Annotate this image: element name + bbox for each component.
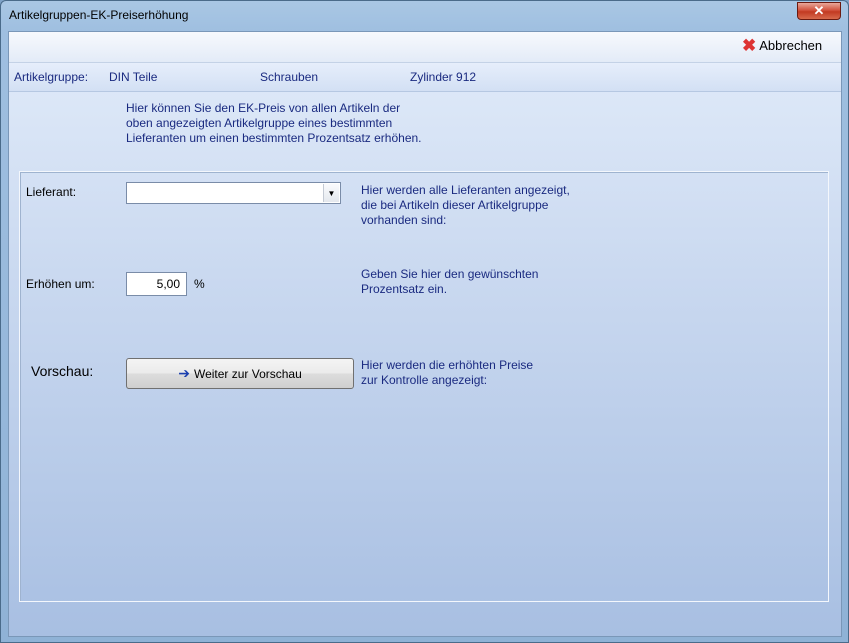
- supplier-label: Lieferant:: [26, 185, 77, 199]
- help-line: die bei Artikeln dieser Artikelgruppe: [361, 198, 549, 212]
- help-line: Hier werden alle Lieferanten angezeigt,: [361, 183, 570, 197]
- dropdown-arrow-icon[interactable]: ▼: [323, 184, 339, 202]
- help-line: Prozentsatz ein.: [361, 282, 448, 296]
- intro-line: oben angezeigten Artikelgruppe eines bes…: [126, 116, 393, 130]
- arrow-right-icon: ➔: [178, 365, 190, 381]
- cancel-button[interactable]: ✖ Abbrechen: [742, 35, 823, 55]
- article-group-2: Schrauben: [260, 70, 319, 84]
- article-group-bar: Artikelgruppe: DIN Teile Schrauben Zylin…: [9, 63, 841, 92]
- article-group-3: Zylinder 912: [410, 70, 477, 84]
- intro-line: Lieferanten um einen bestimmten Prozents…: [126, 131, 422, 145]
- client-area: ✖ Abbrechen Artikelgruppe: DIN Teile Sch…: [8, 31, 842, 637]
- window-title: Artikelgruppen-EK-Preiserhöhung: [9, 8, 189, 22]
- preview-button[interactable]: ➔ Weiter zur Vorschau: [126, 358, 354, 389]
- increase-help: Geben Sie hier den gewünschten Prozentsa…: [361, 267, 601, 297]
- increase-input[interactable]: 5,00: [126, 272, 187, 296]
- preview-help: Hier werden die erhöhten Preise zur Kont…: [361, 358, 601, 388]
- intro-text: Hier können Sie den EK-Preis von allen A…: [126, 101, 456, 146]
- intro-line: Hier können Sie den EK-Preis von allen A…: [126, 101, 401, 115]
- preview-label: Vorschau:: [31, 363, 94, 379]
- supplier-dropdown[interactable]: ▼: [126, 182, 341, 204]
- window-close-button[interactable]: ✕: [797, 2, 841, 20]
- title-bar[interactable]: Artikelgruppen-EK-Preiserhöhung ✕: [1, 1, 848, 31]
- help-line: zur Kontrolle angezeigt:: [361, 373, 488, 387]
- increase-label: Erhöhen um:: [26, 277, 95, 291]
- close-x-icon: ✖: [742, 35, 757, 55]
- help-line: Hier werden die erhöhten Preise: [361, 358, 534, 372]
- cancel-label: Abbrechen: [759, 38, 823, 53]
- window: Artikelgruppen-EK-Preiserhöhung ✕ ✖ Abbr…: [0, 0, 849, 643]
- article-group-1: DIN Teile: [109, 70, 158, 84]
- article-group-label: Artikelgruppe:: [14, 70, 89, 84]
- help-line: vorhanden sind:: [361, 213, 447, 227]
- percent-unit: %: [194, 277, 205, 291]
- help-line: Geben Sie hier den gewünschten: [361, 267, 539, 281]
- close-icon: ✕: [813, 3, 825, 18]
- supplier-help: Hier werden alle Lieferanten angezeigt, …: [361, 183, 601, 228]
- preview-button-label: Weiter zur Vorschau: [193, 366, 302, 381]
- toolbar: ✖ Abbrechen: [9, 32, 841, 63]
